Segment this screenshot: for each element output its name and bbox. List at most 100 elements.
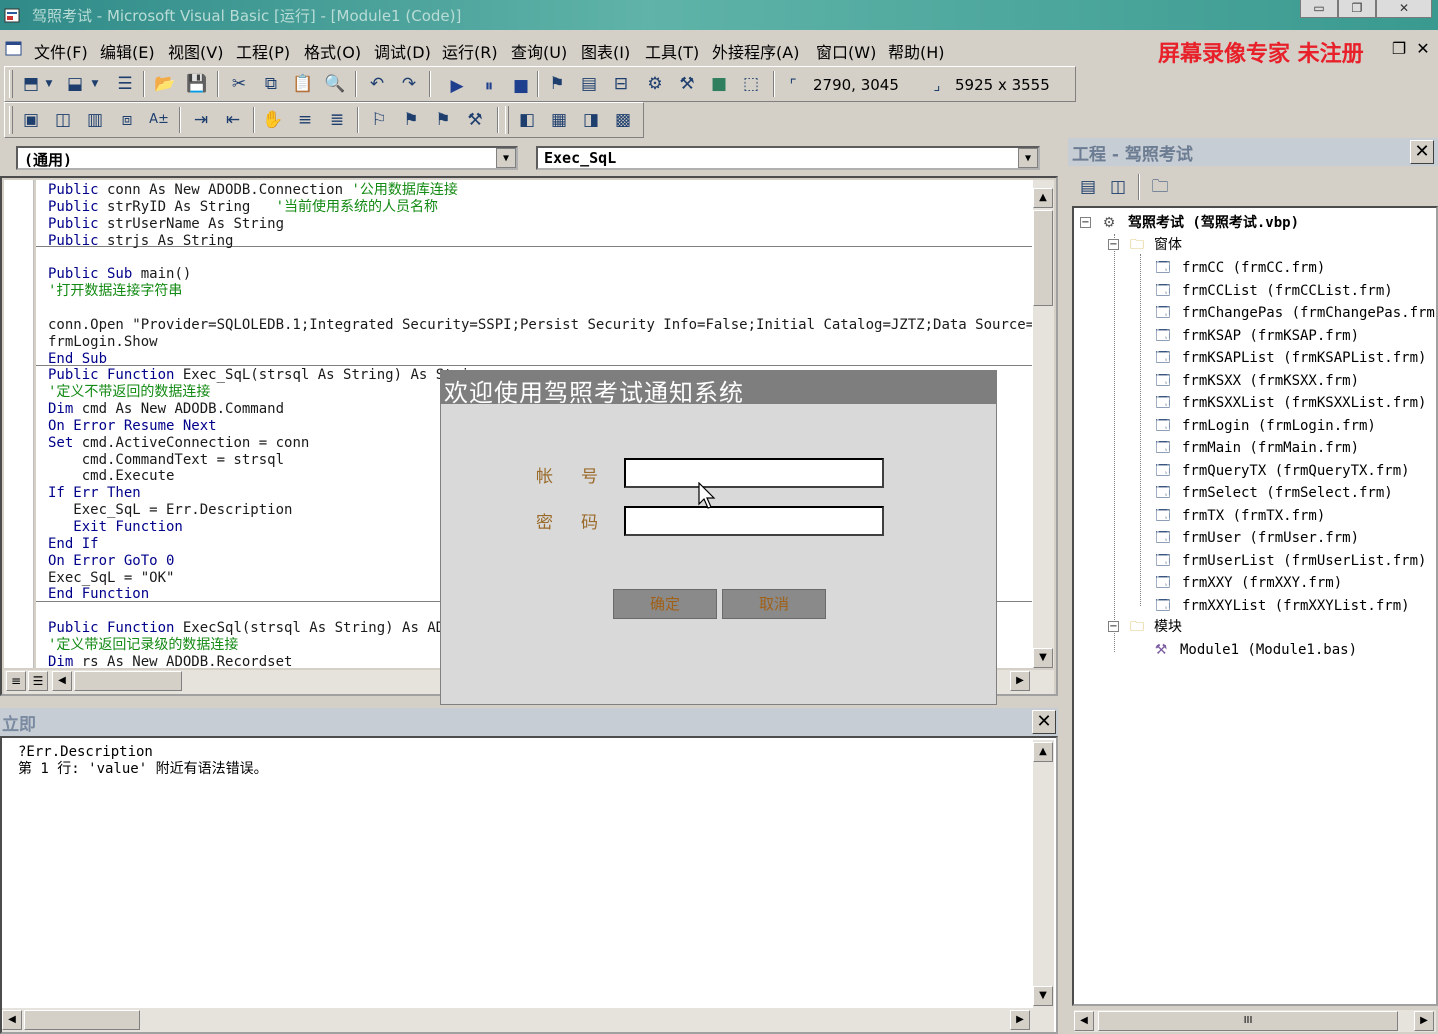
outdent-icon[interactable]: ⇤ [221,109,245,131]
code-line[interactable]: '打开数据连接字符串 [48,283,182,300]
tree-form-item[interactable]: frmKSXX (frmKSXX.frm) [1182,371,1359,391]
previous-bookmark-icon[interactable]: ⚑ [431,109,455,131]
scroll-thumb[interactable]: III [1098,1011,1398,1031]
tree-form-item[interactable]: frmCC (frmCC.frm) [1182,258,1325,278]
data-view-icon[interactable]: ■ [707,73,731,95]
clear-bookmarks-icon[interactable]: ⚒ [463,109,487,131]
restore-button[interactable]: ❐ [1338,0,1376,18]
menu-help[interactable]: 帮助(H) [888,39,945,63]
break-icon[interactable]: ⏸ [477,75,501,97]
close-icon[interactable]: ✕ [1410,140,1434,164]
code-line[interactable]: End If [48,536,99,553]
menu-diagram[interactable]: 图表(I) [581,39,630,63]
menu-addins[interactable]: 外接程序(A) [712,39,799,63]
redo-icon[interactable]: ↷ [397,73,421,95]
end-icon[interactable]: ■ [509,75,533,97]
comment-block-icon[interactable]: ≡ [293,109,317,131]
undo-icon[interactable]: ↶ [365,73,389,95]
tree-form-item[interactable]: frmUserList (frmUserList.frm) [1182,551,1426,571]
save-project-icon[interactable]: 💾 [185,73,209,95]
tree-project-root[interactable]: 驾照考试 (驾照考试.vbp) [1128,213,1299,233]
collapse-icon[interactable]: − [1108,621,1119,632]
properties-window-icon[interactable]: ▤ [577,73,601,95]
dropdown-arrow-icon[interactable]: ▼ [89,73,101,95]
tree-form-item[interactable]: frmLogin (frmLogin.frm) [1182,416,1376,436]
menu-query[interactable]: 查询(U) [511,39,567,63]
menu-file[interactable]: 文件(F) [34,39,88,63]
code-line[interactable]: '定义带返回记录级的数据连接 [48,637,238,654]
full-module-view-icon[interactable]: ☰ [28,671,48,691]
menu-view[interactable]: 视图(V) [168,39,223,63]
code-line[interactable]: Dim cmd As New ADODB.Command [48,401,284,418]
menu-format[interactable]: 格式(O) [304,39,361,63]
scroll-down-icon[interactable]: ▼ [1033,648,1053,668]
code-line[interactable]: Exec_SqL = Err.Description [48,502,292,519]
lock-controls-icon[interactable]: ▩ [611,109,635,131]
ok-button[interactable]: 确定 [613,589,717,619]
tree-form-item[interactable]: frmKSXXList (frmKSXXList.frm) [1182,393,1426,413]
tree-form-item[interactable]: frmXXY (frmXXY.frm) [1182,573,1342,593]
code-line[interactable]: Public Function Exec_SqL(strsql As Strin… [48,367,486,384]
tree-form-item[interactable]: frmChangePas (frmChangePas.frm) [1182,303,1436,323]
collapse-icon[interactable]: − [1108,239,1119,250]
menu-debug[interactable]: 调试(D) [374,39,431,63]
scroll-down-icon[interactable]: ▼ [1033,986,1053,1006]
cancel-button[interactable]: 取消 [722,589,826,619]
center-icon[interactable]: ▦ [547,109,571,131]
code-line[interactable]: Dim rs As New ADODB.Recordset [48,654,292,668]
collapse-icon[interactable]: − [1080,217,1091,228]
close-icon[interactable]: ✕ [1032,710,1056,734]
menu-window[interactable]: 窗口(W) [816,39,876,63]
scroll-left-icon[interactable]: ◀ [52,671,72,691]
next-bookmark-icon[interactable]: ⚑ [399,109,423,131]
code-line[interactable]: frmLogin.Show [48,334,158,351]
tree-form-item[interactable]: frmCCList (frmCCList.frm) [1182,281,1393,301]
scroll-up-icon[interactable]: ▲ [1033,742,1053,762]
account-input[interactable] [624,458,884,488]
vb-app-icon[interactable] [4,6,22,24]
tree-form-item[interactable]: frmTX (frmTX.frm) [1182,506,1325,526]
immediate-vertical-scrollbar[interactable]: ▲ ▼ [1032,740,1054,1008]
tree-forms-folder[interactable]: 窗体 [1154,235,1182,255]
tree-form-item[interactable]: frmUser (frmUser.frm) [1182,528,1359,548]
quick-info-icon[interactable]: ▥ [83,109,107,131]
minimize-button[interactable]: ▭ [1300,0,1338,18]
chevron-down-icon[interactable]: ▼ [496,148,516,168]
mdi-restore-button[interactable]: ❐ [1388,38,1410,60]
add-form-icon[interactable]: ⬓ [63,73,87,95]
copy-icon[interactable]: ⧉ [259,73,283,95]
project-tree[interactable]: − ⚙ 驾照考试 (驾照考试.vbp) − 🗀 窗体 🗔 frmCC (frmCC… [1072,206,1438,1006]
size-equal-icon[interactable]: ◨ [579,109,603,131]
align-icon[interactable]: ◧ [515,109,539,131]
scroll-right-icon[interactable]: ▶ [1414,1011,1434,1031]
scroll-left-icon[interactable]: ◀ [1074,1011,1094,1031]
uncomment-block-icon[interactable]: ≣ [325,109,349,131]
toolbar-grip[interactable] [9,70,13,98]
scroll-up-icon[interactable]: ▲ [1033,188,1053,208]
code-line[interactable]: On Error Resume Next [48,418,217,435]
add-project-icon[interactable]: ⬒ [19,73,43,95]
scroll-right-icon[interactable]: ▶ [1010,1010,1030,1030]
mdi-close-button[interactable]: ✕ [1412,38,1434,60]
tree-form-item[interactable]: frmXXYList (frmXXYList.frm) [1182,596,1410,616]
tree-form-item[interactable]: frmSelect (frmSelect.frm) [1182,483,1393,503]
code-line[interactable]: Exit Function [48,519,183,536]
close-button[interactable]: ✕ [1376,0,1432,18]
menu-edit[interactable]: 编辑(E) [100,39,155,63]
toggle-bookmark-icon[interactable]: ⚐ [367,109,391,131]
code-line[interactable]: End Function [48,586,149,603]
scroll-right-icon[interactable]: ▶ [1010,671,1030,691]
code-line[interactable]: Exec_SqL = "OK" [48,570,174,587]
chevron-down-icon[interactable]: ▼ [1018,148,1038,168]
toolbar-grip[interactable] [505,106,509,134]
toolbar-grip[interactable] [9,106,13,134]
tree-module-item[interactable]: Module1 (Module1.bas) [1180,640,1357,660]
menu-tools[interactable]: 工具(T) [645,39,699,63]
list-constants-icon[interactable]: ◫ [51,109,75,131]
view-code-icon[interactable]: ▤ [1076,176,1100,198]
tree-form-item[interactable]: frmKSAPList (frmKSAPList.frm) [1182,348,1426,368]
code-line[interactable]: conn.Open "Provider=SQLOLEDB.1;Integrate… [48,317,1032,334]
scroll-left-icon[interactable]: ◀ [2,1010,22,1030]
code-line[interactable]: cmd.CommandText = strsql [48,452,284,469]
project-explorer-icon[interactable]: ⚑ [545,73,569,95]
